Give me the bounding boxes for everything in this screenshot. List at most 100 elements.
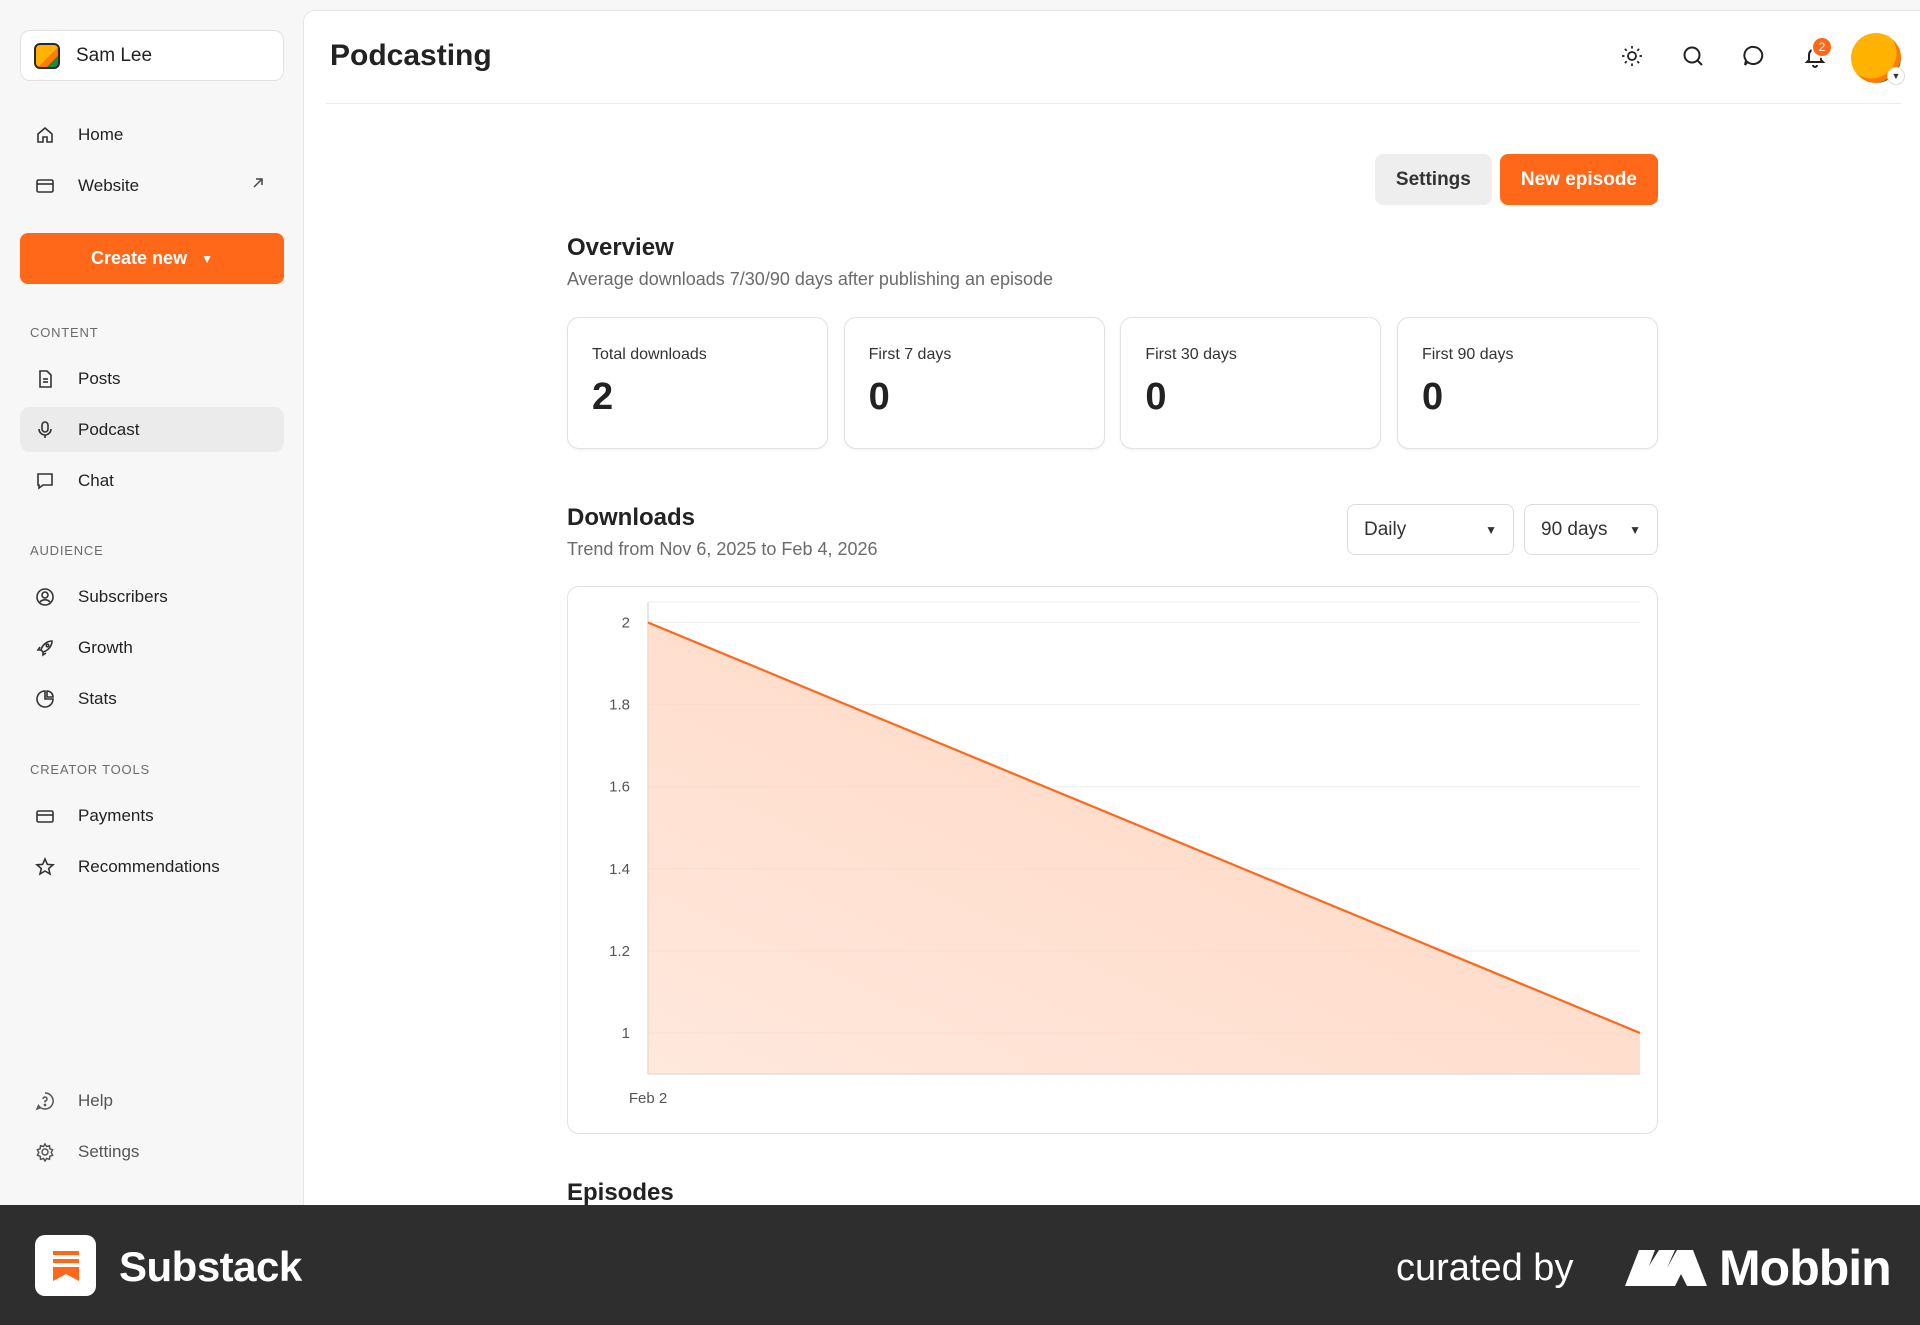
sidebar-item-label: Recommendations [78,856,220,876]
publication-logo [34,42,60,69]
stat-card-total-downloads: Total downloads 2 [567,317,828,449]
action-buttons: Settings New episode [1374,154,1658,205]
stat-card-first-7-days: First 7 days 0 [843,317,1105,449]
publication-switcher[interactable]: Sam Lee [20,30,284,81]
page-title: Podcasting [330,39,492,72]
stat-card-first-90-days: First 90 days 0 [1396,317,1658,449]
interval-select-value: Daily [1364,518,1407,540]
curated-by-label: curated by [1396,1247,1574,1289]
y-tick-label: 1 [622,1025,630,1042]
rocket-icon [34,637,56,659]
sidebar-item-label: Podcast [78,419,140,439]
stat-value: 0 [1145,376,1167,418]
downloads-chart: 1 1.2 1.4 1.6 1.8 2 Feb 2 [567,586,1658,1134]
mobbin-brand: Mobbin [1625,1239,1892,1297]
create-new-label: Create new [91,248,188,268]
stat-label: Total downloads [592,346,707,363]
substack-logo-icon [35,1235,96,1296]
stat-label: First 90 days [1421,346,1514,363]
range-select[interactable]: 90 days ▼ [1524,504,1658,555]
downloads-subtitle: Trend from Nov 6, 2025 to Feb 4, 2026 [567,539,878,559]
chat-bubble-icon [1742,44,1766,73]
sidebar-item-payments[interactable]: Payments [20,793,284,838]
main-panel: Podcasting 2 ▼ Settings New episode Over… [303,10,1920,1206]
publication-name: Sam Lee [76,44,153,66]
sidebar-item-label: Help [78,1090,113,1110]
x-tick-label: Feb 2 [629,1090,667,1107]
section-title-creator-tools: CREATOR TOOLS [30,762,150,777]
stat-card-first-30-days: First 30 days 0 [1120,317,1382,449]
sidebar-item-chat[interactable]: Chat [20,458,284,503]
gear-icon [34,1141,56,1163]
y-tick-label: 1.8 [609,697,630,714]
pie-chart-icon [34,688,56,710]
mobbin-logo-icon [1625,1246,1707,1291]
downloads-chart-svg: 1 1.2 1.4 1.6 1.8 2 Feb 2 [609,601,1641,1107]
theme-toggle-button[interactable] [1610,36,1654,80]
footer-bar: Substack curated by Mobbin [0,1205,1920,1325]
episodes-title: Episodes [567,1179,674,1206]
help-bubble-icon [34,1090,56,1112]
sidebar-item-recommendations[interactable]: Recommendations [20,844,284,889]
stat-value: 0 [1421,376,1444,418]
sidebar-item-subscribers[interactable]: Subscribers [20,574,284,619]
caret-down-icon: ▼ [1485,522,1497,537]
sidebar-item-settings[interactable]: Settings [20,1129,284,1174]
notifications-button[interactable]: 2 [1793,36,1837,80]
sidebar-item-label: Posts [78,368,121,388]
avatar[interactable]: ▼ [1851,33,1905,85]
downloads-area [648,622,1640,1074]
top-bar: Podcasting 2 ▼ [326,11,1905,104]
sidebar-item-label: Payments [78,805,154,825]
y-tick-label: 2 [622,615,630,632]
stat-cards: Total downloads 2 First 7 days 0 First 3… [567,317,1658,449]
sidebar-item-posts[interactable]: Posts [20,356,284,401]
sidebar-item-home[interactable]: Home [20,112,284,157]
sidebar-item-label: Growth [78,637,133,657]
caret-down-icon: ▼ [1887,67,1905,85]
stat-value: 2 [592,376,614,418]
sidebar-item-label: Stats [78,688,117,708]
home-icon [34,124,56,146]
chat-button[interactable] [1732,36,1776,80]
settings-button[interactable]: Settings [1374,154,1492,205]
downloads-title: Downloads [567,504,696,531]
interval-select[interactable]: Daily ▼ [1347,504,1514,555]
y-tick-label: 1.6 [609,779,630,796]
browser-window-icon [34,175,56,197]
mobbin-name: Mobbin [1719,1240,1892,1296]
new-episode-button[interactable]: New episode [1499,154,1658,205]
user-circle-icon [34,586,56,608]
stat-value: 0 [868,376,890,418]
sidebar-item-help[interactable]: Help [20,1078,284,1123]
caret-down-icon: ▼ [201,251,213,266]
sidebar: Sam Lee Home Website Create new ▼ CONTEN… [0,0,303,1205]
search-button[interactable] [1671,36,1715,80]
sidebar-item-podcast[interactable]: Podcast [20,407,284,452]
sidebar-item-label: Subscribers [78,586,168,606]
y-tick-label: 1.2 [609,943,630,960]
chat-bubble-icon [34,470,56,492]
create-new-button[interactable]: Create new ▼ [20,233,284,284]
range-select-value: 90 days [1541,518,1608,540]
stat-label: First 30 days [1145,346,1237,363]
star-icon [34,856,56,878]
sidebar-item-website[interactable]: Website [20,163,284,208]
sun-icon [1620,44,1644,73]
top-icons: 2 ▼ [1593,33,1905,85]
stat-label: First 7 days [868,346,952,363]
section-title-content: CONTENT [30,325,99,340]
caret-down-icon: ▼ [1629,522,1641,537]
credit-card-icon [34,805,56,827]
microphone-icon [34,419,56,441]
overview-subtitle: Average downloads 7/30/90 days after pub… [567,269,1054,289]
y-tick-label: 1.4 [609,861,630,878]
sidebar-item-label: Chat [78,470,114,490]
sidebar-item-growth[interactable]: Growth [20,625,284,670]
substack-brand: Substack [119,1243,302,1290]
overview-title: Overview [567,234,674,261]
search-icon [1681,44,1705,73]
sidebar-item-label: Home [78,124,124,144]
sidebar-item-stats[interactable]: Stats [20,676,284,721]
sidebar-item-label: Website [78,175,140,195]
